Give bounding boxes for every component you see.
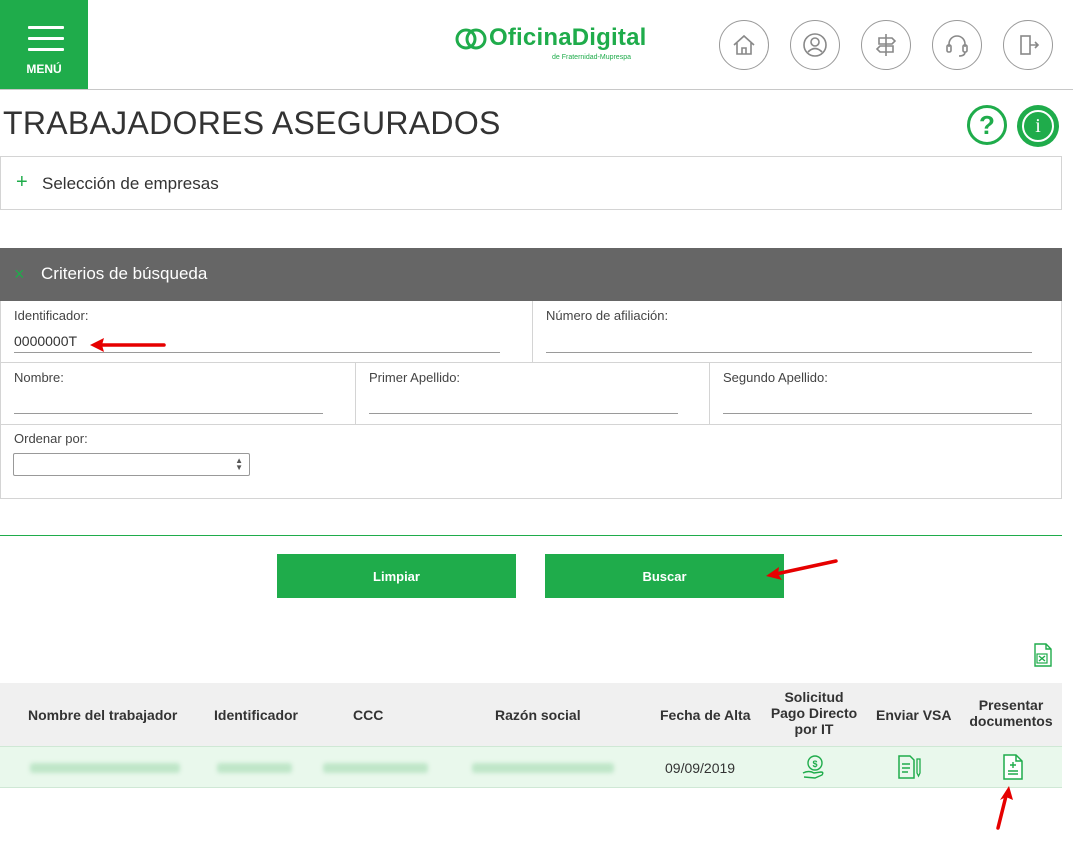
segundo-apellido-label: Segundo Apellido:: [723, 370, 828, 385]
primer-apellido-input[interactable]: [369, 390, 678, 414]
criteria-row-1: Identificador: 0000000T Número de afilia…: [1, 301, 1061, 363]
nombre-cell: Nombre:: [1, 363, 355, 424]
segundo-apellido-cell: Segundo Apellido:: [709, 363, 1061, 424]
hamburger-icon: [28, 26, 64, 59]
help-button[interactable]: ?: [967, 105, 1007, 145]
company-selection-panel[interactable]: + Selección de empresas: [0, 156, 1062, 210]
expand-icon: +: [16, 171, 28, 193]
col-solicitud-pago: Solicitud Pago Directo por IT: [770, 689, 858, 737]
primer-apellido-cell: Primer Apellido:: [355, 363, 709, 424]
excel-export-icon[interactable]: [1033, 643, 1053, 667]
home-icon[interactable]: [719, 20, 769, 70]
col-identificador[interactable]: Identificador: [214, 707, 298, 723]
signpost-icon[interactable]: [861, 20, 911, 70]
company-selection-label: Selección de empresas: [42, 174, 219, 193]
primer-apellido-label: Primer Apellido:: [369, 370, 461, 385]
identifier-redacted: [217, 763, 292, 773]
logo-subtitle: de Fraternidad-Muprespa: [552, 54, 631, 61]
fecha-alta-value: 09/09/2019: [665, 760, 736, 776]
afiliacion-cell: Número de afiliación:: [532, 301, 1061, 362]
col-nombre[interactable]: Nombre del trabajador: [28, 707, 177, 723]
section-divider: [0, 535, 1062, 536]
results-table-header: Nombre del trabajador Identificador CCC …: [0, 683, 1062, 746]
info-icon: i: [1022, 110, 1054, 142]
payment-request-icon[interactable]: $: [800, 753, 828, 781]
info-button[interactable]: i: [1017, 105, 1059, 147]
menu-button[interactable]: MENÚ: [0, 0, 88, 89]
company-name-redacted: [472, 763, 614, 773]
ccc-redacted: [323, 763, 428, 773]
headset-icon[interactable]: [932, 20, 982, 70]
col-razon-social[interactable]: Razón social: [495, 707, 581, 723]
col-presentar-documentos: Presentar documentos: [969, 697, 1053, 729]
worker-name-redacted: [30, 763, 180, 773]
identificador-cell: Identificador: 0000000T: [1, 301, 532, 362]
collapse-icon: ×: [14, 264, 25, 284]
page-title: TRABAJADORES ASEGURADOS: [3, 105, 501, 141]
search-criteria-header[interactable]: × Criterios de búsqueda: [0, 248, 1062, 301]
nombre-input[interactable]: [14, 390, 323, 414]
logo-name: OficinaDigital: [489, 24, 647, 51]
logout-icon[interactable]: [1003, 20, 1053, 70]
svg-text:$: $: [812, 759, 817, 769]
afiliacion-input[interactable]: [546, 329, 1032, 353]
top-bar: MENÚ OficinaDigital de Fraternidad-Mupre…: [0, 0, 1073, 90]
segundo-apellido-input[interactable]: [723, 390, 1032, 414]
col-enviar-vsa: Enviar VSA: [876, 707, 952, 723]
ordenar-select[interactable]: ▲ ▼: [13, 453, 250, 476]
identificador-input[interactable]: 0000000T: [14, 329, 500, 353]
nombre-label: Nombre:: [14, 370, 64, 385]
menu-label: MENÚ: [26, 62, 62, 76]
annotation-arrow-documentos: [996, 786, 1013, 830]
send-vsa-icon[interactable]: [896, 753, 922, 781]
col-ccc[interactable]: CCC: [353, 707, 383, 723]
col-fecha-alta[interactable]: Fecha de Alta: [660, 707, 751, 723]
search-criteria-title: Criterios de búsqueda: [41, 264, 208, 283]
submit-documents-icon[interactable]: [1000, 753, 1026, 781]
user-icon[interactable]: [790, 20, 840, 70]
select-arrows-icon: ▲ ▼: [235, 456, 243, 472]
ordenar-label: Ordenar por:: [14, 431, 88, 446]
clear-button[interactable]: Limpiar: [277, 554, 516, 598]
identificador-label: Identificador:: [14, 308, 89, 323]
table-row[interactable]: 09/09/2019 $: [0, 746, 1062, 788]
criteria-row-2: Nombre: Primer Apellido: Segundo Apellid…: [1, 363, 1061, 425]
afiliacion-label: Número de afiliación:: [546, 308, 669, 323]
search-button[interactable]: Buscar: [545, 554, 784, 598]
logo-rings-icon: [455, 28, 487, 50]
